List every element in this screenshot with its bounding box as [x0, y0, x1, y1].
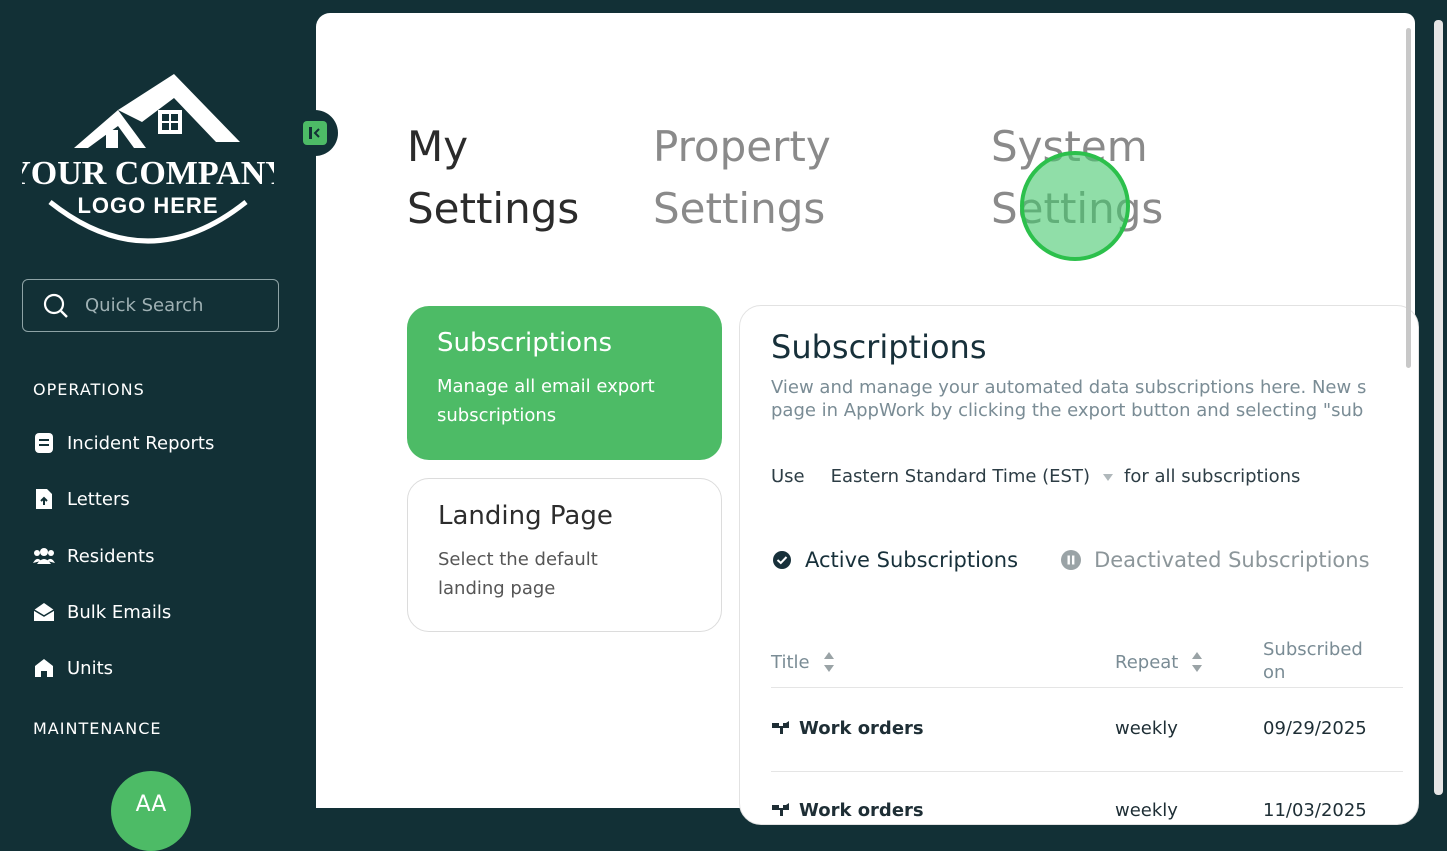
row-repeat: weekly [1115, 718, 1178, 739]
column-label-line1: Subscribed [1263, 639, 1363, 660]
card-description-line2: landing page [438, 578, 556, 599]
section-title-maintenance: MAINTENANCE [33, 719, 162, 738]
sidebar-item-incident-reports[interactable]: Incident Reports [33, 432, 214, 454]
card-description-line2: subscriptions [437, 405, 557, 426]
row-title-text: Work orders [799, 718, 924, 739]
row-divider [771, 771, 1403, 772]
sidebar-item-units[interactable]: Units [33, 657, 113, 679]
timezone-row: Use Eastern Standard Time (EST) for all … [771, 466, 1300, 487]
pause-badge-icon [1061, 550, 1082, 570]
deactivated-subscriptions-toggle[interactable]: Deactivated Subscriptions [1060, 548, 1370, 572]
timezone-select[interactable]: Eastern Standard Time (EST) [831, 466, 1114, 487]
description-line1: View and manage your automated data subs… [771, 377, 1367, 398]
main-scrollbar-thumb[interactable] [1406, 28, 1411, 368]
column-header-repeat[interactable]: Repeat [1115, 649, 1204, 675]
tab-label-line2: Settings [407, 184, 580, 233]
card-subscriptions[interactable]: Subscriptions Manage all email export su… [407, 306, 722, 460]
people-icon [33, 545, 55, 567]
timezone-value: Eastern Standard Time (EST) [830, 466, 1090, 487]
description-line2: page in AppWork by clicking the export b… [771, 400, 1364, 421]
document-icon [33, 432, 55, 454]
row-title: Work orders [771, 800, 924, 821]
sidebar: YOUR COMPANY LOGO HERE OPERATIONS Incide… [0, 0, 316, 851]
row-subscribed-on: 11/03/2025 [1263, 800, 1367, 821]
window-scrollbar-thumb[interactable] [1434, 20, 1443, 795]
card-title: Subscriptions [437, 328, 613, 358]
check-badge-icon [773, 551, 791, 569]
column-label: Repeat [1115, 651, 1179, 673]
card-title: Landing Page [438, 501, 613, 531]
column-header-subscribed-on[interactable]: Subscribed on [1263, 638, 1363, 684]
card-description-line1: Manage all email export [437, 376, 655, 397]
tab-label-line1: My [407, 122, 469, 171]
click-indicator [1020, 151, 1130, 261]
row-title-text: Work orders [799, 800, 924, 821]
collapse-sidebar-button[interactable] [292, 110, 338, 156]
sidebar-item-bulk-emails[interactable]: Bulk Emails [33, 601, 171, 623]
subscriptions-description: View and manage your automated data subs… [771, 376, 1418, 422]
sidebar-item-letters[interactable]: Letters [33, 488, 130, 510]
row-subscribed-on: 09/29/2025 [1263, 718, 1367, 739]
logo-line2: LOGO HERE [77, 193, 218, 218]
tab-property-settings[interactable]: Property Settings [653, 116, 831, 240]
home-icon [33, 657, 55, 679]
column-label: Title [771, 651, 810, 673]
tab-label-line1: Property [653, 122, 831, 171]
timezone-suffix: for all subscriptions [1124, 466, 1301, 487]
sidebar-item-label: Bulk Emails [67, 601, 172, 623]
logo-line1: YOUR COMPANY [22, 155, 274, 192]
sidebar-item-residents[interactable]: Residents [33, 545, 155, 567]
card-description-line1: Select the default [438, 549, 598, 570]
column-label-line2: on [1263, 662, 1286, 683]
subscriptions-panel: Subscriptions View and manage your autom… [739, 305, 1419, 825]
active-toggle-label: Active Subscriptions [805, 548, 1019, 572]
sidebar-item-label: Units [67, 657, 114, 679]
tab-my-settings[interactable]: My Settings [407, 116, 579, 240]
active-subscriptions-toggle[interactable]: Active Subscriptions [771, 548, 1018, 572]
row-title: Work orders [771, 718, 924, 739]
subscription-status-toggle: Active Subscriptions Deactivated Subscri… [771, 548, 1370, 572]
search-input[interactable] [83, 294, 267, 317]
table-header-divider [771, 687, 1403, 688]
caret-down-icon [1103, 473, 1113, 481]
sort-icon [1192, 652, 1203, 672]
inactive-toggle-label: Deactivated Subscriptions [1094, 548, 1370, 572]
collapse-icon [303, 121, 327, 145]
tools-icon [772, 721, 789, 734]
timezone-prefix: Use [771, 466, 805, 487]
subscriptions-title: Subscriptions [771, 328, 987, 366]
tab-label-line2: Settings [653, 184, 826, 233]
row-repeat: weekly [1115, 800, 1178, 821]
quick-search[interactable] [22, 279, 279, 332]
user-avatar[interactable]: AA [111, 771, 191, 851]
section-title-operations: OPERATIONS [33, 380, 145, 399]
sidebar-item-label: Incident Reports [67, 432, 215, 454]
search-icon [43, 293, 68, 318]
card-landing-page[interactable]: Landing Page Select the default landing … [407, 478, 722, 632]
company-logo[interactable]: YOUR COMPANY LOGO HERE [6, 70, 290, 255]
sort-icon [823, 652, 834, 672]
column-header-title[interactable]: Title [771, 649, 836, 675]
sidebar-item-label: Letters [67, 488, 130, 510]
file-upload-icon [33, 488, 55, 510]
envelope-open-icon [33, 601, 55, 623]
sidebar-item-label: Residents [67, 545, 155, 567]
tools-icon [772, 803, 789, 816]
